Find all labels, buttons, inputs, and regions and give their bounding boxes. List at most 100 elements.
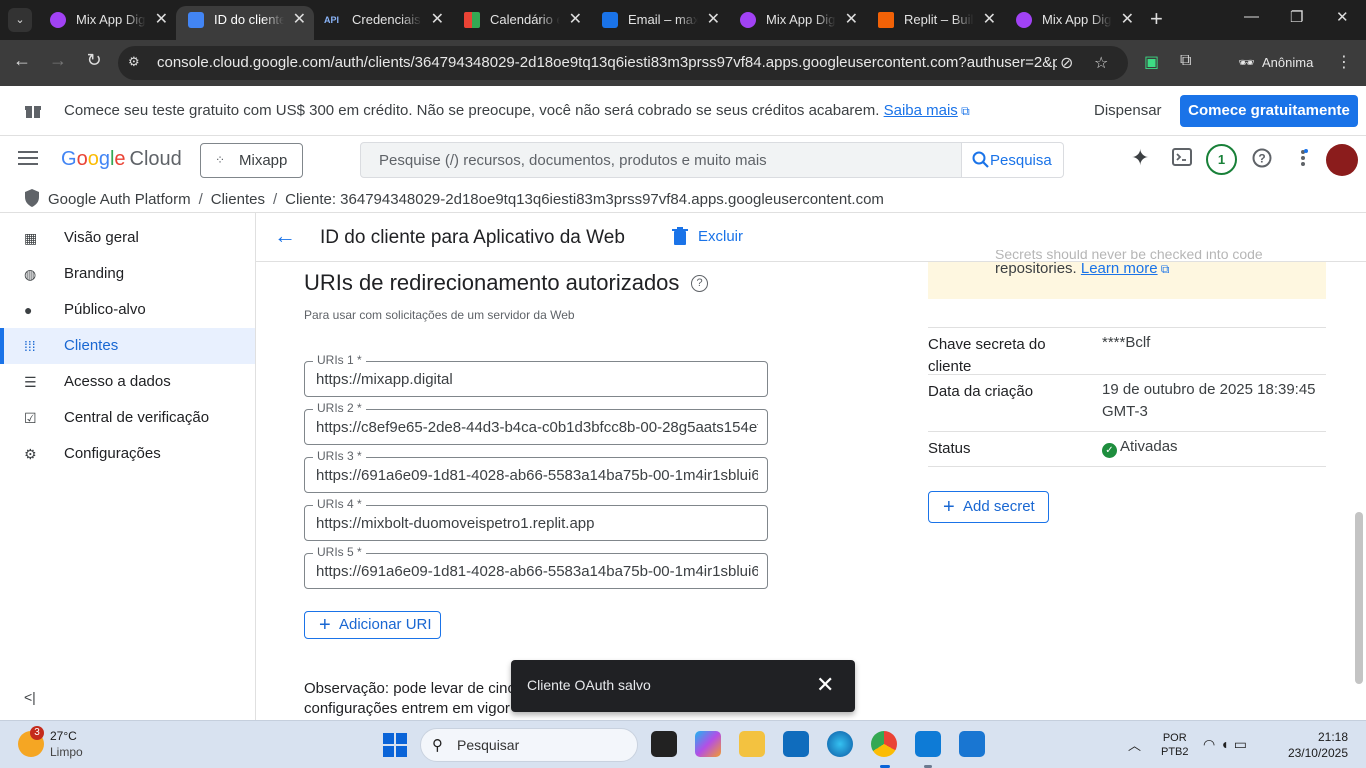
weather-temperature[interactable]: 27°C: [50, 729, 77, 743]
edge-icon[interactable]: [827, 731, 853, 757]
tracking-protection-eye-icon[interactable]: ⊘: [1060, 53, 1073, 73]
browser-tab[interactable]: Replit – Build ✕: [866, 6, 1004, 40]
browser-tab[interactable]: Mix App Digital ✕: [1004, 6, 1142, 40]
uri-input[interactable]: https://691a6e09-1d81-4028-ab66-5583a14b…: [316, 563, 758, 580]
back-arrow-icon[interactable]: ←: [274, 223, 296, 249]
tab-title: Replit – Build: [904, 12, 974, 27]
browser-tab[interactable]: Email – max ✕: [590, 6, 728, 40]
delete-button[interactable]: Excluir: [672, 227, 743, 245]
redirect-uri-field[interactable]: URIs 5 * https://691a6e09-1d81-4028-ab66…: [304, 545, 768, 589]
learn-more-link[interactable]: Saiba mais: [884, 102, 958, 119]
redirect-uri-field[interactable]: URIs 2 * https://c8ef9e65-2de8-44d3-b4ca…: [304, 401, 768, 445]
close-tab-icon[interactable]: ✕: [431, 6, 444, 34]
notepad-icon[interactable]: [915, 731, 941, 757]
redirect-uri-field[interactable]: URIs 4 * https://mixbolt-duomoveispetro1…: [304, 497, 768, 541]
status-row: Status ✓ Ativadas: [928, 431, 1326, 467]
google-cloud-logo[interactable]: Google Cloud: [61, 148, 182, 171]
photos-icon[interactable]: [959, 731, 985, 757]
sidebar-item-overview[interactable]: ▦ Visão geral: [0, 220, 255, 256]
person-icon: ●: [24, 302, 33, 318]
search-input[interactable]: Pesquise (/) recursos, documentos, produ…: [360, 142, 962, 178]
address-bar[interactable]: ⚙ console.cloud.google.com/auth/clients/…: [118, 46, 1128, 80]
close-window-button[interactable]: ✕: [1336, 8, 1349, 26]
start-free-button[interactable]: Comece gratuitamente: [1180, 95, 1358, 127]
maximize-window-button[interactable]: ❐: [1290, 8, 1303, 26]
file-explorer-icon[interactable]: [739, 731, 765, 757]
close-tab-icon[interactable]: ✕: [1121, 6, 1134, 34]
close-icon[interactable]: ✕: [816, 674, 834, 696]
close-tab-icon[interactable]: ✕: [983, 6, 996, 34]
close-tab-icon[interactable]: ✕: [569, 6, 582, 34]
language-indicator[interactable]: POR PTB2: [1161, 731, 1189, 759]
notifications-badge[interactable]: 1: [1206, 144, 1237, 175]
browser-menu-icon[interactable]: ⋮: [1336, 52, 1352, 72]
copilot-icon[interactable]: [695, 731, 721, 757]
back-icon[interactable]: ←: [10, 50, 34, 71]
console-header: Google Cloud ⁘ Mixapp Pesquise (/) recurs…: [0, 136, 1366, 186]
task-view-icon[interactable]: [651, 731, 677, 757]
add-secret-button[interactable]: + Add secret: [928, 491, 1049, 523]
help-circle-icon[interactable]: ?: [691, 275, 708, 292]
more-options-icon[interactable]: [1298, 148, 1308, 173]
sidebar-item-settings[interactable]: ⚙ Configurações: [0, 436, 255, 472]
breadcrumb-separator: /: [272, 191, 278, 208]
system-clock[interactable]: 21:18 23/10/2025: [1282, 729, 1348, 761]
new-tab-button[interactable]: +: [1150, 6, 1163, 32]
cloud-shell-terminal-icon[interactable]: [1172, 148, 1192, 171]
reload-icon[interactable]: ↻: [82, 50, 106, 71]
sidebar-item-data-access[interactable]: ☰ Acesso a dados: [0, 364, 255, 400]
sidebar-item-audience[interactable]: ● Público-alvo: [0, 292, 255, 328]
uri-input[interactable]: https://mixapp.digital: [316, 371, 758, 388]
account-avatar[interactable]: [1326, 144, 1358, 176]
tab-title: Calendário e: [490, 12, 560, 27]
uri-input[interactable]: https://mixbolt-duomoveispetro1.replit.a…: [316, 515, 758, 532]
help-icon[interactable]: ?: [1252, 148, 1272, 173]
dismiss-button[interactable]: Dispensar: [1094, 102, 1162, 119]
chrome-icon[interactable]: [871, 731, 897, 757]
uri-input[interactable]: https://691a6e09-1d81-4028-ab66-5583a14b…: [316, 467, 758, 484]
wifi-icon[interactable]: ◠: [1203, 736, 1220, 752]
breadcrumb-clients[interactable]: Clientes: [211, 191, 265, 208]
extension-app-icon[interactable]: ▣: [1144, 52, 1159, 72]
battery-icon[interactable]: ▭: [1234, 736, 1252, 752]
taskbar-search[interactable]: ⚲ Pesquisar: [420, 728, 638, 762]
main-menu-icon[interactable]: [18, 151, 38, 169]
page-scrollbar[interactable]: [1355, 512, 1363, 684]
learn-more-link[interactable]: Learn more: [1081, 260, 1158, 277]
sidebar-item-clients[interactable]: ⁞⁞⁞ Clientes: [0, 328, 255, 364]
url-text[interactable]: console.cloud.google.com/auth/clients/36…: [157, 54, 1057, 71]
gemini-sparkle-icon[interactable]: ✦: [1131, 145, 1149, 171]
browser-tab[interactable]: Mix App Digital ✕: [728, 6, 866, 40]
weather-condition[interactable]: Limpo: [50, 745, 83, 759]
forward-icon[interactable]: →: [46, 50, 70, 71]
browser-tab-active[interactable]: ID do cliente para ✕: [176, 6, 314, 40]
close-tab-icon[interactable]: ✕: [155, 6, 168, 34]
volume-icon[interactable]: ◖: [1220, 736, 1233, 752]
project-picker[interactable]: ⁘ Mixapp: [200, 143, 303, 178]
system-tray-icons[interactable]: ◠◖▭: [1203, 736, 1252, 753]
outlook-icon[interactable]: [783, 731, 809, 757]
add-uri-button[interactable]: + Adicionar URI: [304, 611, 441, 639]
browser-tab[interactable]: API Credenciais – Mix ✕: [314, 6, 452, 40]
search-button[interactable]: Pesquisa: [962, 142, 1064, 178]
sidebar-item-verification[interactable]: ☑ Central de verificação: [0, 400, 255, 436]
close-tab-icon[interactable]: ✕: [293, 6, 306, 34]
browser-tab[interactable]: Calendário e ✕: [452, 6, 590, 40]
start-button[interactable]: [383, 733, 407, 757]
close-tab-icon[interactable]: ✕: [707, 6, 720, 34]
minimize-window-button[interactable]: —: [1244, 8, 1259, 25]
bookmark-star-icon[interactable]: ☆: [1094, 53, 1108, 73]
site-info-icon[interactable]: ⚙: [128, 54, 146, 72]
redirect-uri-field[interactable]: URIs 3 * https://691a6e09-1d81-4028-ab66…: [304, 449, 768, 493]
browser-tab[interactable]: Mix App Digital ✕: [38, 6, 176, 40]
extensions-puzzle-icon[interactable]: ⧉: [1180, 52, 1191, 70]
redirect-uri-field[interactable]: URIs 1 * https://mixapp.digital: [304, 353, 768, 397]
collapse-sidebar-icon[interactable]: <|: [24, 689, 36, 705]
breadcrumb-auth-platform[interactable]: Google Auth Platform: [48, 191, 191, 208]
tab-search-button[interactable]: ⌄: [8, 8, 32, 32]
show-hidden-icons-chevron-icon[interactable]: ︿: [1128, 735, 1141, 754]
incognito-indicator[interactable]: 🕶 Anônima: [1228, 47, 1328, 79]
close-tab-icon[interactable]: ✕: [845, 6, 858, 34]
uri-input[interactable]: https://c8ef9e65-2de8-44d3-b4ca-c0b1d3bf…: [316, 419, 758, 436]
sidebar-item-branding[interactable]: ◍ Branding: [0, 256, 255, 292]
